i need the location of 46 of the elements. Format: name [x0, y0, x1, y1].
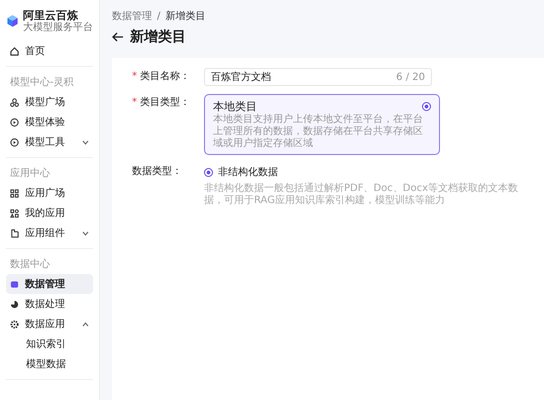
sidebar-item[interactable]: 应用广场 — [6, 183, 93, 203]
character-counter: 6 / 20 — [396, 72, 425, 82]
section-label: 模型中心-灵积 — [9, 76, 75, 90]
radio-button[interactable] — [204, 168, 213, 176]
breadcrumb-separator: / — [157, 10, 160, 22]
sidebar-subitem[interactable]: 知识索引 — [6, 334, 93, 354]
logo-subtitle: 大模型服务平台 — [23, 22, 93, 32]
home-icon — [10, 46, 19, 56]
sidebar-item[interactable]: 数据管理 — [6, 274, 93, 294]
field-label: 类目类型： — [140, 96, 190, 110]
pie-chart-icon — [10, 300, 19, 308]
circles-icon — [10, 98, 19, 106]
sidebar-item[interactable]: 应用组件 — [6, 223, 93, 243]
option-description: 本地类目支持用户上传本地文件至平台，在平台上管理所有的数据，数据存储在平台共享存储区域或用户指定存储区域 — [213, 114, 424, 150]
play-circle-icon — [10, 118, 19, 126]
field-label: 数据类型： — [132, 164, 182, 179]
category-type-option[interactable]: 本地类目 本地类目支持用户上传本地文件至平台，在平台上管理所有的数据，数据存储在平台共享存储区域或用户指定存储区域 — [204, 94, 440, 155]
rounded-square-icon — [10, 280, 19, 288]
sidebar-item[interactable]: 数据处理 — [6, 294, 93, 314]
play-circle-icon — [10, 138, 19, 146]
sidebar-subitem[interactable]: 模型数据 — [6, 354, 93, 374]
grid-icon — [10, 188, 19, 198]
logo-title: 阿里云百炼 — [23, 10, 79, 22]
radio-label: 非结构化数据 — [218, 166, 278, 179]
radio-button[interactable] — [422, 102, 431, 111]
option-title: 本地类目 — [213, 99, 257, 114]
document-icon — [10, 228, 19, 238]
breadcrumb-item: 新增类目 — [165, 10, 206, 23]
breadcrumb-item[interactable]: 数据管理 — [112, 9, 152, 23]
required-asterisk: * — [132, 96, 137, 110]
sidebar-item[interactable]: 模型体验 — [6, 112, 93, 132]
page-title: 新增类目 — [130, 28, 186, 46]
back-arrow-icon[interactable] — [112, 32, 124, 42]
field-label: 类目名称： — [140, 70, 190, 84]
sidebar-item[interactable]: 我的应用 — [6, 203, 93, 223]
section-label: 应用中心 — [9, 166, 51, 181]
required-asterisk: * — [132, 70, 137, 84]
sidebar-item[interactable]: 首页 — [6, 41, 93, 61]
sidebar-item[interactable]: 模型工具 — [6, 132, 93, 152]
section-label: 数据中心 — [9, 258, 51, 272]
apps-icon — [10, 208, 19, 218]
name-input-field[interactable]: 百炼官方文档 6 / 20 — [204, 68, 432, 86]
gear-icon — [10, 320, 19, 328]
field-hint: 非结构化数据一般包括通过解析PDF、Doc、Docx等文档获取的文本数据，可用于RAG应用知识库索引构建，模型训练等能力 — [204, 183, 520, 207]
sidebar-item[interactable]: 模型广场 — [6, 92, 93, 112]
sidebar-item[interactable]: 数据应用 — [6, 314, 93, 334]
